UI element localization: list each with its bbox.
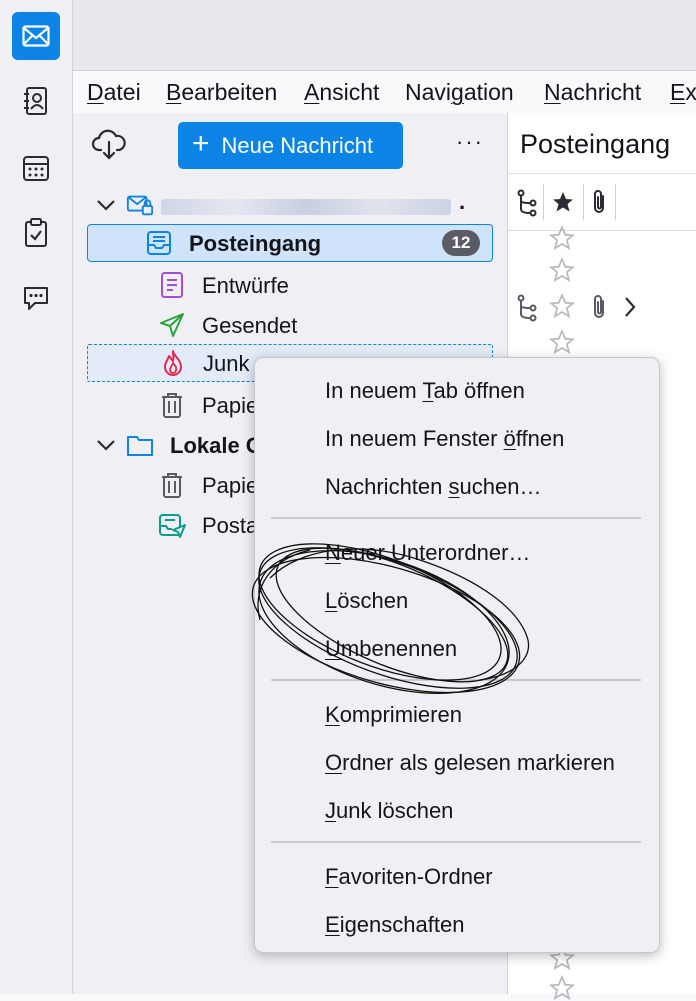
menu-ansicht[interactable]: Ansicht	[304, 79, 379, 106]
trash-icon	[162, 473, 182, 498]
attachment-icon	[594, 295, 604, 318]
thread-icon[interactable]	[516, 294, 538, 322]
calendar-space-button[interactable]	[12, 144, 60, 192]
menu-properties[interactable]: Eigenschaften	[325, 912, 464, 938]
chat-icon	[24, 287, 48, 310]
folder-label: Entwürfe	[202, 273, 289, 298]
folder-label: Posteingang	[189, 231, 322, 256]
chevron-right-icon[interactable]	[621, 295, 639, 319]
cloud-download-icon	[91, 129, 126, 160]
sent-icon	[160, 313, 184, 337]
new-message-button[interactable]: + Neue Nachricht	[178, 122, 403, 169]
message-list-title: Posteingang	[520, 129, 671, 159]
folder-pane-menu-button[interactable]: ···	[454, 129, 486, 163]
message-list-header	[508, 173, 696, 231]
menu-separator	[271, 841, 641, 843]
junk-flame-icon	[164, 350, 182, 376]
folder-posteingang[interactable]: Posteingang 12	[87, 224, 493, 262]
star-icon[interactable]	[548, 257, 576, 283]
account-name: .	[459, 189, 466, 214]
menu-empty-junk[interactable]: Junk löschen	[325, 798, 453, 824]
menu-open-in-new-window[interactable]: In neuem Fenster öffnen	[325, 426, 564, 452]
menu-mark-folder-read[interactable]: Ordner als gelesen markieren	[325, 750, 615, 776]
folder-entwuerfe[interactable]: Entwürfe	[73, 265, 507, 305]
spaces-toolbar	[0, 0, 73, 994]
trash-icon	[162, 393, 182, 418]
menu-search-messages[interactable]: Nachrichten suchen…	[325, 474, 541, 500]
get-messages-button[interactable]	[91, 129, 130, 163]
menu-bearbeiten[interactable]: Bearbeiten	[166, 79, 277, 106]
menu-compact[interactable]: Komprimieren	[325, 702, 462, 728]
mail-space-button[interactable]	[12, 12, 60, 60]
folder-label: Junk	[203, 351, 250, 376]
menu-rename[interactable]: Umbenennen	[325, 636, 457, 662]
account-name-redacted	[161, 199, 451, 215]
star-icon[interactable]	[548, 293, 576, 319]
menu-separator	[271, 517, 641, 519]
attachment-column-icon[interactable]	[589, 188, 609, 216]
folder-label: Posta	[202, 513, 259, 538]
menu-nachricht[interactable]: Nachricht	[544, 79, 641, 106]
menu-delete[interactable]: Löschen	[325, 588, 408, 614]
folder-icon	[127, 436, 153, 456]
account-row[interactable]: .	[73, 185, 507, 225]
menu-separator	[271, 679, 641, 681]
star-icon[interactable]	[548, 975, 576, 1001]
menu-extras[interactable]: Ex	[670, 79, 696, 106]
menu-open-in-new-tab[interactable]: In neuem Tab öffnen	[325, 378, 525, 404]
folder-label: Lokale O	[170, 433, 263, 458]
mail-account-icon	[126, 195, 154, 216]
tasks-space-button[interactable]	[12, 209, 60, 257]
chevron-down-icon	[97, 200, 115, 211]
folder-gesendet[interactable]: Gesendet	[73, 305, 507, 345]
calendar-icon	[23, 156, 49, 181]
title-bar	[73, 0, 696, 71]
folder-label: Papie	[202, 473, 259, 498]
drafts-icon	[161, 272, 183, 298]
chat-space-button[interactable]	[12, 275, 60, 323]
unread-count-badge: 12	[442, 230, 480, 256]
tasks-icon	[25, 218, 47, 247]
address-book-space-button[interactable]	[12, 77, 60, 125]
mail-icon	[22, 25, 50, 47]
address-book-icon	[24, 87, 47, 115]
menu-new-subfolder[interactable]: Neuer Unterordner…	[325, 540, 530, 566]
new-message-label: Neue Nachricht	[221, 132, 374, 158]
menu-bar: Datei Bearbeiten Ansicht Navigation Nach…	[73, 71, 696, 113]
star-column-icon[interactable]	[551, 190, 575, 214]
star-icon[interactable]	[548, 225, 576, 251]
menu-navigation[interactable]: Navigation	[405, 79, 514, 106]
folder-context-menu: In neuem Tab öffnen In neuem Fenster öff…	[254, 357, 660, 953]
thread-column-icon[interactable]	[516, 189, 538, 217]
folder-label: Papie	[202, 393, 259, 418]
menu-datei[interactable]: Datei	[87, 79, 141, 106]
folder-label: Gesendet	[202, 313, 298, 338]
menu-favorite-folder[interactable]: Favoriten-Ordner	[325, 864, 493, 890]
chevron-down-icon	[97, 440, 115, 451]
outbox-icon	[159, 514, 186, 538]
star-icon[interactable]	[548, 329, 576, 355]
inbox-icon	[147, 231, 171, 255]
plus-icon: +	[192, 127, 210, 160]
